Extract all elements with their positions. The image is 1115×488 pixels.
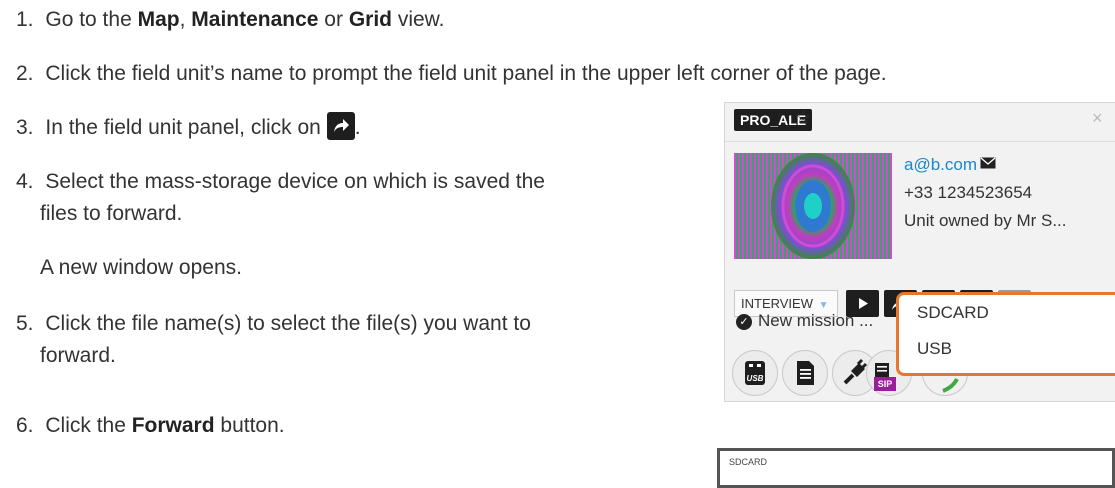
step-number: 6. [16,414,34,437]
step-note: A new window opens. [40,256,242,279]
favorite-star-icon[interactable]: ☆ [795,107,811,128]
step-text: . [354,116,361,139]
unit-avatar [734,153,892,259]
mail-icon[interactable] [980,157,996,169]
usb-drive-icon: USB [745,361,765,385]
step-text: In the field unit panel, click on [45,116,321,139]
document-icon [797,361,814,385]
unit-owner-text: Unit owned by Mr S... [904,211,1067,230]
step-text: Select the mass-storage device on which … [45,170,545,193]
step-text: Click the [45,414,132,437]
step-5: 5. Click the file name(s) to select the … [16,308,531,340]
forward-button-label: Forward [131,414,215,437]
step-number: 2. [16,62,34,85]
window-title: SDCARD [729,457,768,467]
step-1: 1. Go to the Map, Maintenance or Grid vi… [16,4,445,36]
step-number: 1. [16,8,34,31]
step-text: Click the file name(s) to select the fil… [45,312,531,335]
step-6: 6. Click the Forward button. [16,410,285,442]
step-number: 3. [16,116,34,139]
step-number: 4. [16,170,34,193]
step-5-continuation: forward. [40,344,116,367]
contact-email-link[interactable]: a@b.com [904,155,977,175]
dropdown-option-usb[interactable]: USB [917,339,952,359]
maintenance-view-label: Maintenance [191,8,319,31]
step-number: 5. [16,312,34,335]
mode-select-label: INTERVIEW [741,296,813,311]
panel-divider [725,141,1115,142]
step-text: or [318,8,349,31]
close-icon[interactable]: × [1092,108,1103,129]
step-text: Click the field unit’s name to prompt th… [45,62,887,85]
step-text: view. [391,8,445,31]
usb-storage-button[interactable]: USB [732,350,778,396]
grid-view-label: Grid [348,8,392,31]
chevron-down-icon: ▼ [818,300,829,311]
map-view-label: Map [137,8,180,31]
usb-label: USB [747,374,764,383]
forward-share-icon [326,112,355,140]
dropdown-option-sdcard[interactable]: SDCARD [917,303,989,323]
check-circle-icon: ✓ [736,314,752,330]
contact-phone: +33 1234523654 [904,183,1033,202]
step-4-continuation: files to forward. [40,202,183,225]
step-4: 4. Select the mass-storage device on whi… [16,166,545,198]
mission-status: New mission ... [758,311,874,330]
sdcard-file-window: SDCARD [717,448,1115,488]
sip-badge: SIP [874,377,896,391]
step-text: , [179,8,192,31]
document-button[interactable] [782,350,828,396]
step-2: 2. Click the field unit’s name to prompt… [16,58,887,90]
storage-device-dropdown: SDCARD USB [896,292,1115,376]
step-text: button. [214,414,285,437]
step-3: 3. In the field unit panel, click on . [16,112,361,144]
step-text: Go to the [45,8,138,31]
